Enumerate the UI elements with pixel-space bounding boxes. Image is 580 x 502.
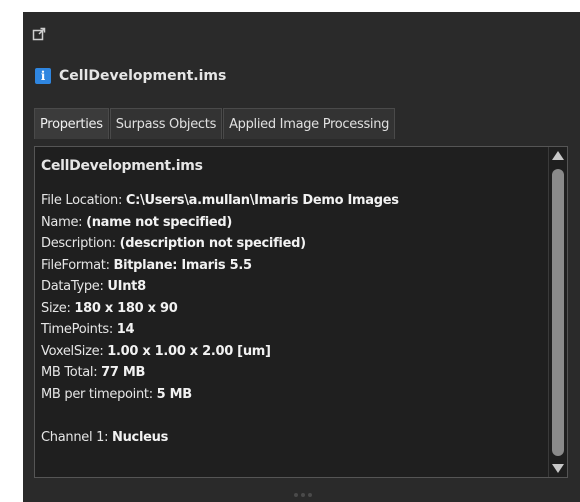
property-voxel-size: VoxelSize: 1.00 x 1.00 x 2.00 [um] xyxy=(41,341,399,363)
info-icon: i xyxy=(35,68,51,84)
tab-bar: Properties Surpass Objects Applied Image… xyxy=(34,108,396,139)
panel-title: CellDevelopment.ims xyxy=(59,68,227,84)
resize-grip-icon[interactable] xyxy=(294,493,315,497)
properties-text: CellDevelopment.ims File Location: C:\Us… xyxy=(41,158,399,448)
properties-content[interactable]: CellDevelopment.ims File Location: C:\Us… xyxy=(34,146,568,478)
property-value: Nucleus xyxy=(112,429,169,445)
tab-applied-image-processing[interactable]: Applied Image Processing xyxy=(223,108,396,139)
property-value: C:\Users\a.mullan\Imaris Demo Images xyxy=(125,193,399,208)
property-label: Name: xyxy=(41,214,87,230)
property-label: File Location: xyxy=(41,193,126,208)
property-label: Size: xyxy=(41,300,75,316)
property-channel-1: Channel 1: Nucleus xyxy=(41,427,399,449)
property-label: MB per timepoint: xyxy=(41,386,157,402)
scrollbar-thumb[interactable] xyxy=(552,169,564,456)
property-name: Name: (name not specified) xyxy=(41,212,399,234)
panel-title-row: i CellDevelopment.ims xyxy=(35,66,226,86)
property-value: 5 MB xyxy=(156,386,193,402)
property-value: 180 x 180 x 90 xyxy=(74,300,178,316)
property-time-points: TimePoints: 14 xyxy=(41,319,399,341)
property-label: MB Total: xyxy=(41,365,102,380)
property-size: Size: 180 x 180 x 90 xyxy=(41,298,399,320)
vertical-scrollbar[interactable] xyxy=(548,147,567,477)
property-label: Description: xyxy=(41,236,120,251)
property-label: FileFormat: xyxy=(41,257,114,273)
property-value: 1.00 x 1.00 x 2.00 [um] xyxy=(107,343,271,359)
property-label: DataType: xyxy=(41,279,108,294)
property-mb-total: MB Total: 77 MB xyxy=(41,362,399,384)
property-label: Channel 1: xyxy=(41,429,112,445)
property-description: Description: (description not specified) xyxy=(41,233,399,255)
property-value: Bitplane: Imaris 5.5 xyxy=(113,257,252,273)
property-mb-per-timepoint: MB per timepoint: 5 MB xyxy=(41,384,399,406)
property-value: (name not specified) xyxy=(86,214,233,230)
property-value: (description not specified) xyxy=(119,236,306,251)
undock-icon[interactable] xyxy=(32,27,46,41)
scroll-down-arrow-icon[interactable] xyxy=(552,464,564,473)
file-heading: CellDevelopment.ims xyxy=(41,158,203,174)
tab-surpass-objects[interactable]: Surpass Objects xyxy=(109,108,223,139)
property-label: VoxelSize: xyxy=(41,343,108,359)
property-value: UInt8 xyxy=(107,279,146,294)
property-file-location: File Location: C:\Users\a.mullan\Imaris … xyxy=(41,190,399,212)
property-value: 77 MB xyxy=(101,365,146,380)
tab-properties[interactable]: Properties xyxy=(34,108,109,139)
property-value: 14 xyxy=(116,322,135,337)
property-data-type: DataType: UInt8 xyxy=(41,276,399,298)
scroll-up-arrow-icon[interactable] xyxy=(552,151,564,160)
properties-panel: i CellDevelopment.ims Properties Surpass… xyxy=(23,12,580,502)
property-file-format: FileFormat: Bitplane: Imaris 5.5 xyxy=(41,255,399,277)
property-label: TimePoints: xyxy=(41,322,117,337)
